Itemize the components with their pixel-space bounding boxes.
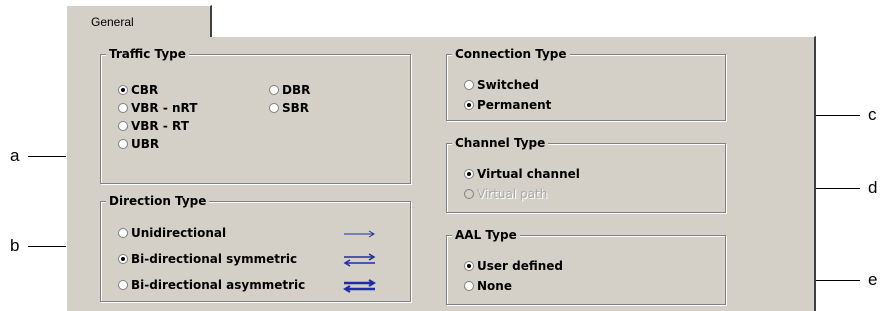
aal-type-group: AAL Type User defined None [446, 227, 726, 305]
radio-ubr[interactable]: UBR [118, 137, 159, 151]
radio-user-defined[interactable]: User defined [464, 259, 563, 273]
traffic-type-title: Traffic Type [106, 46, 189, 62]
radio-virtual-channel[interactable]: Virtual channel [464, 167, 580, 181]
radio-sbr-indicator [269, 103, 279, 113]
aal-type-title: AAL Type [452, 227, 520, 243]
channel-type-title: Channel Type [452, 135, 549, 151]
tab-general[interactable]: General [66, 5, 212, 37]
callout-c: c [868, 105, 877, 124]
radio-virtual-path[interactable]: Virtual path [464, 187, 547, 201]
radio-cbr[interactable]: CBR [118, 83, 158, 97]
radio-none-indicator [464, 281, 474, 291]
connection-type-title: Connection Type [452, 46, 570, 62]
callout-d: d [868, 178, 878, 197]
radio-permanent-indicator [464, 100, 474, 110]
radio-dbr[interactable]: DBR [269, 83, 310, 97]
radio-cbr-indicator [118, 85, 128, 95]
radio-bi-asymmetric-indicator [118, 280, 128, 290]
channel-type-group: Channel Type Virtual channel Virtual pat… [446, 135, 726, 213]
bidirectional-asymmetric-arrow-icon [343, 279, 376, 293]
radio-vbr-rt-indicator [118, 121, 128, 131]
radio-vbr-nrt-indicator [118, 103, 128, 113]
connection-type-group: Connection Type Switched Permanent [446, 46, 726, 121]
callout-e: e [868, 270, 878, 289]
radio-sbr[interactable]: SBR [269, 101, 309, 115]
traffic-type-group: Traffic Type CBR VBR - nRT VBR - RT UBR … [100, 46, 411, 184]
radio-vbr-nrt[interactable]: VBR - nRT [118, 101, 197, 115]
direction-type-title: Direction Type [106, 193, 210, 209]
radio-switched-indicator [464, 80, 474, 90]
radio-bi-asymmetric[interactable]: Bi-directional asymmetric [118, 278, 305, 292]
radio-unidirectional[interactable]: Unidirectional [118, 226, 226, 240]
radio-bi-symmetric[interactable]: Bi-directional symmetric [118, 252, 297, 266]
radio-switched[interactable]: Switched [464, 78, 539, 92]
radio-bi-symmetric-indicator [118, 254, 128, 264]
radio-virtual-channel-indicator [464, 169, 474, 179]
radio-unidirectional-indicator [118, 228, 128, 238]
radio-user-defined-indicator [464, 261, 474, 271]
radio-permanent[interactable]: Permanent [464, 98, 551, 112]
callout-a: a [10, 146, 20, 165]
radio-vbr-rt[interactable]: VBR - RT [118, 119, 189, 133]
bidirectional-symmetric-arrow-icon [343, 253, 376, 267]
radio-virtual-path-indicator [464, 189, 474, 199]
unidirectional-arrow-icon [344, 230, 375, 238]
radio-none[interactable]: None [464, 279, 512, 293]
direction-type-group: Direction Type Unidirectional Bi-directi… [100, 193, 411, 302]
tab-general-label: General [91, 15, 134, 29]
radio-ubr-indicator [118, 139, 128, 149]
callout-b: b [10, 236, 20, 255]
radio-dbr-indicator [269, 85, 279, 95]
